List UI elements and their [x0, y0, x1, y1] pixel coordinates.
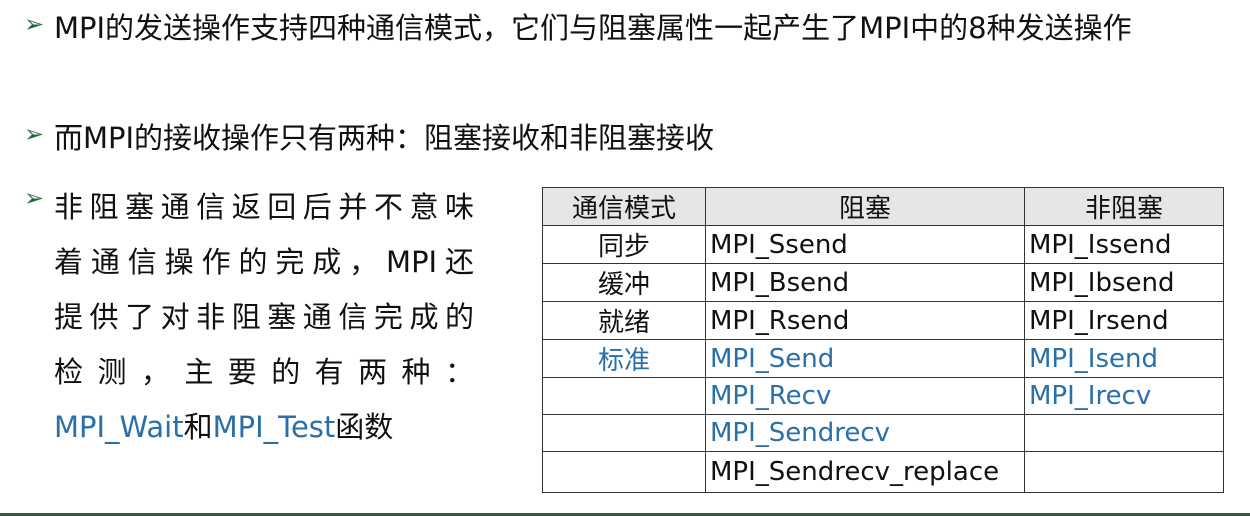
text-line: MPI_Wait和MPI_Test函数: [54, 400, 474, 455]
func-test: MPI_Test: [212, 410, 336, 444]
header-mode: 通信模式: [542, 187, 706, 226]
arrow-bullet-icon: ➢: [24, 120, 45, 148]
bullet-recv-ops: ➢ 而MPI的接收操作只有两种：阻塞接收和非阻塞接收: [24, 116, 1224, 160]
bullet-nonblocking: ➢ 非阻塞通信返回后并不意味 着通信操作的完成，MPI还 提供了对非阻塞通信完成…: [24, 180, 504, 455]
text-line: 非阻塞通信返回后并不意味: [54, 190, 474, 224]
text-line: 检测，主要的有两种：: [54, 355, 474, 389]
cell-mode: [542, 451, 706, 493]
bullet-send-modes: ➢ MPI的发送操作支持四种通信模式，它们与阻塞属性一起产生了MPI中的8种发送…: [24, 6, 1224, 50]
cell-blocking: MPI_Recv: [705, 377, 1025, 415]
text-line: 着通信操作的完成，MPI还: [54, 245, 474, 279]
cell-blocking: MPI_Bsend: [705, 263, 1025, 302]
text-line: 提供了对非阻塞通信完成的: [54, 300, 474, 334]
table-row: MPI_Recv MPI_Irecv: [542, 377, 1224, 415]
cell-mode: 就绪: [542, 301, 706, 340]
bullet-text: MPI的发送操作支持四种通信模式，它们与阻塞属性一起产生了MPI中的8种发送操作: [54, 11, 1132, 45]
table-row: 同步 MPI_Ssend MPI_Issend: [542, 225, 1224, 264]
cell-nonblocking: MPI_Irecv: [1024, 377, 1224, 415]
cell-nonblocking: [1024, 414, 1224, 452]
cell-mode: 标准: [542, 339, 706, 378]
table-row: 就绪 MPI_Rsend MPI_Irsend: [542, 301, 1224, 340]
func-wait: MPI_Wait: [54, 410, 184, 444]
conj: 和: [183, 410, 213, 444]
header-nonblocking: 非阻塞: [1024, 187, 1224, 226]
cell-blocking: MPI_Send: [705, 339, 1025, 378]
cell-mode: 缓冲: [542, 263, 706, 302]
cell-nonblocking: [1024, 451, 1224, 493]
cell-blocking: MPI_Sendrecv: [705, 414, 1025, 452]
bullet-text: 而MPI的接收操作只有两种：阻塞接收和非阻塞接收: [54, 121, 715, 155]
bullet-text: 非阻塞通信返回后并不意味 着通信操作的完成，MPI还 提供了对非阻塞通信完成的 …: [54, 180, 474, 455]
cell-blocking: MPI_Rsend: [705, 301, 1025, 340]
arrow-bullet-icon: ➢: [24, 184, 45, 212]
suffix: 函数: [335, 410, 394, 444]
cell-nonblocking: MPI_Irsend: [1024, 301, 1224, 340]
cell-nonblocking: MPI_Issend: [1024, 225, 1224, 264]
cell-mode: [542, 377, 706, 415]
arrow-bullet-icon: ➢: [24, 10, 45, 38]
table-header-row: 通信模式 阻塞 非阻塞: [542, 187, 1224, 226]
cell-nonblocking: MPI_Ibsend: [1024, 263, 1224, 302]
table-row: 标准 MPI_Send MPI_Isend: [542, 339, 1224, 378]
cell-blocking: MPI_Ssend: [705, 225, 1025, 264]
header-blocking: 阻塞: [705, 187, 1025, 226]
cell-mode: [542, 414, 706, 452]
table-row: MPI_Sendrecv_replace: [542, 451, 1224, 493]
cell-mode: 同步: [542, 225, 706, 264]
cell-nonblocking: MPI_Isend: [1024, 339, 1224, 378]
cell-blocking: MPI_Sendrecv_replace: [705, 451, 1025, 493]
comm-modes-table: 通信模式 阻塞 非阻塞 同步 MPI_Ssend MPI_Issend 缓冲 M…: [542, 187, 1224, 493]
table-row: 缓冲 MPI_Bsend MPI_Ibsend: [542, 263, 1224, 302]
table-row: MPI_Sendrecv: [542, 414, 1224, 452]
